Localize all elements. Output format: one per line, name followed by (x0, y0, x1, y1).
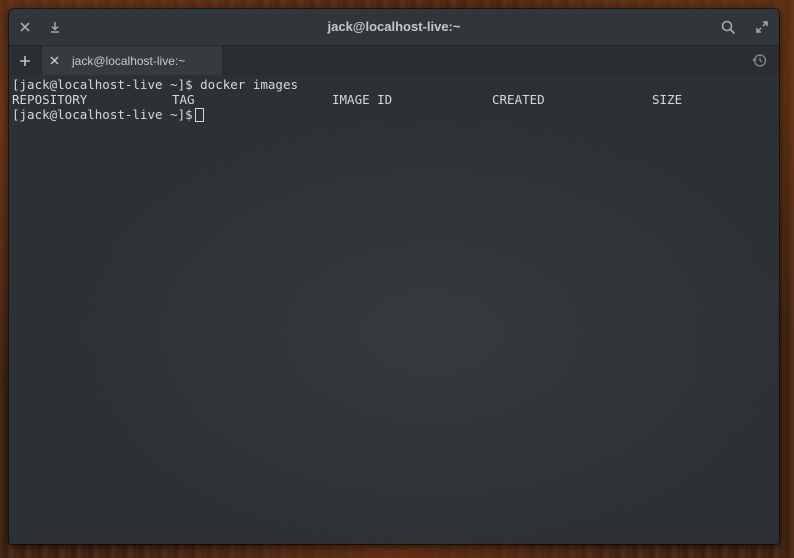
new-tab-button[interactable] (9, 46, 42, 75)
terminal-window: jack@localhost-live:~ jack@localhost-liv… (9, 9, 779, 544)
header-created: CREATED (492, 92, 545, 107)
terminal-output[interactable]: [jack@localhost-live ~]$ docker images R… (9, 75, 779, 544)
text-cursor (194, 108, 204, 122)
tab-bar: jack@localhost-live:~ (9, 45, 779, 75)
current-prompt-line: [jack@localhost-live ~]$ (12, 107, 779, 122)
close-icon (49, 56, 59, 65)
tab-close-button[interactable] (42, 46, 66, 75)
prompt: [jack@localhost-live ~]$ (12, 107, 193, 122)
download-button[interactable] (40, 9, 70, 45)
window-title: jack@localhost-live:~ (327, 19, 461, 34)
search-button[interactable] (711, 9, 745, 45)
command-text: docker images (200, 77, 298, 92)
tab-terminal[interactable]: jack@localhost-live:~ (42, 46, 223, 75)
header-image-id: IMAGE ID (332, 92, 393, 107)
maximize-button[interactable] (745, 9, 779, 45)
header-tag: TAG (172, 92, 195, 107)
history-icon (751, 53, 767, 68)
header-repository: REPOSITORY (12, 92, 88, 107)
tab-label: jack@localhost-live:~ (72, 53, 186, 68)
plus-icon (19, 55, 31, 67)
download-icon (49, 21, 61, 33)
history-button[interactable] (747, 46, 771, 75)
close-icon (20, 22, 30, 32)
command-line: [jack@localhost-live ~]$ docker images (12, 77, 779, 92)
search-icon (721, 20, 736, 35)
output-header-row: REPOSITORY TAG IMAGE ID CREATED SIZE (12, 92, 779, 107)
close-window-button[interactable] (10, 9, 40, 45)
maximize-icon (756, 21, 768, 33)
titlebar[interactable]: jack@localhost-live:~ (9, 9, 779, 45)
header-size: SIZE (652, 92, 683, 107)
prompt: [jack@localhost-live ~]$ (12, 77, 193, 92)
